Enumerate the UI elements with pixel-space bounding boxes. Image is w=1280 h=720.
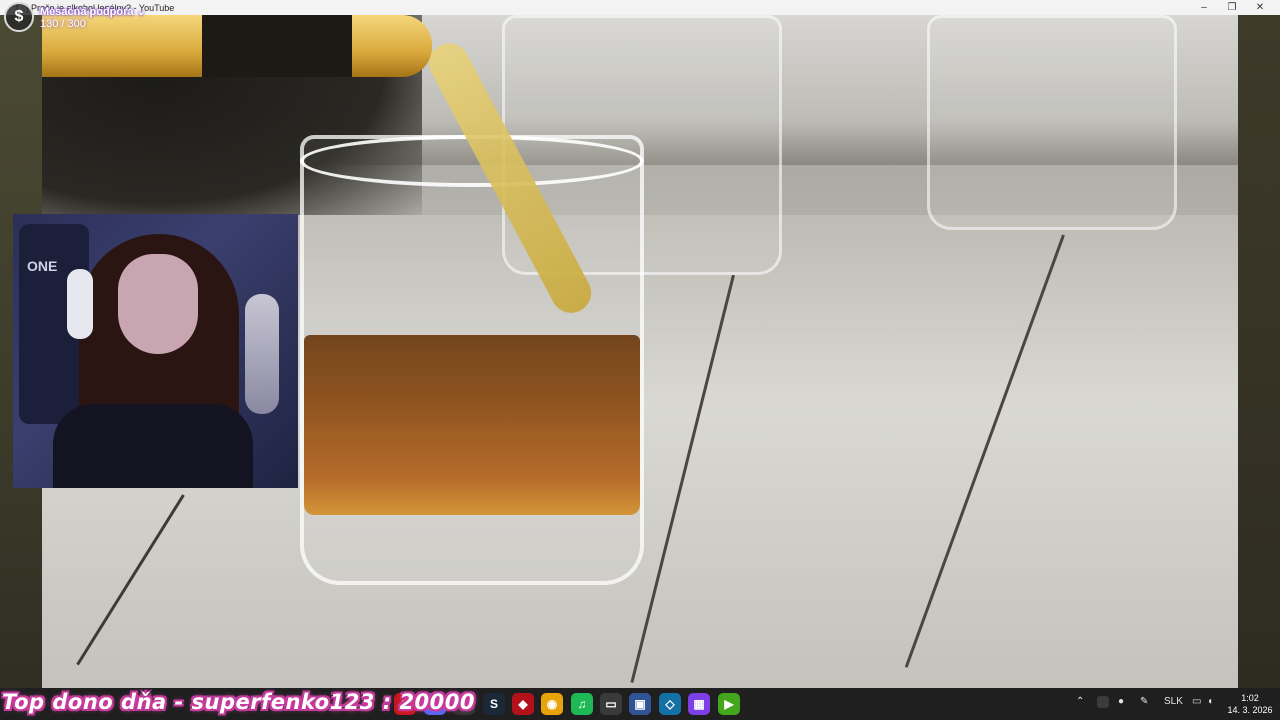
headphones-icon — [67, 269, 93, 339]
steam-icon[interactable]: S — [483, 693, 505, 715]
support-count: 130 / 300 — [40, 17, 86, 30]
diamond-app-icon[interactable]: ◇ — [659, 693, 681, 715]
dollar-coin-icon: $ — [4, 2, 34, 32]
tray-chevron-icon[interactable]: ⌃ — [1076, 696, 1084, 707]
streamer-shirt — [53, 404, 253, 488]
close-button[interactable]: ✕ — [1244, 0, 1276, 15]
support-label: Mesačná podpora ⌄ — [40, 5, 146, 18]
language-indicator[interactable]: SLK — [1164, 696, 1183, 707]
window-title-bar: [...] Prečo je alkohol legálny? - YouTub… — [0, 0, 1280, 15]
chrome-icon[interactable]: ◉ — [541, 693, 563, 715]
right-background-bar — [1238, 15, 1280, 688]
microphone — [245, 294, 279, 414]
bottle-label — [202, 15, 352, 77]
spotify-icon[interactable]: ♫ — [571, 693, 593, 715]
play-app-icon[interactable]: ▶ — [718, 693, 740, 715]
screen: [...] Prečo je alkohol legálny? - YouTub… — [0, 0, 1280, 720]
streamer-face — [118, 254, 198, 354]
clock-time: 1:02 — [1241, 693, 1259, 703]
background-glass — [927, 15, 1177, 230]
monthly-support-widget[interactable]: $ Mesačná podpora ⌄ 130 / 300 — [4, 2, 146, 32]
webcam-overlay: ONE — [13, 214, 298, 488]
chair-logo-text: ONE — [27, 258, 58, 274]
speaker-icon[interactable]: ◖ — [1207, 696, 1213, 707]
display-icon[interactable]: ▭ — [1192, 696, 1201, 707]
app-red-icon[interactable]: ◆ — [512, 693, 534, 715]
clock-date: 14. 3. 2026 — [1227, 705, 1273, 715]
taskbar-clock[interactable]: 1:02 14. 3. 2026 — [1224, 693, 1276, 715]
microphone-icon[interactable]: ● — [1118, 696, 1124, 707]
terminal-icon[interactable]: ▭ — [600, 693, 622, 715]
grid-app-icon[interactable]: ▦ — [688, 693, 710, 715]
tray-app-icon[interactable] — [1097, 696, 1109, 708]
top-donor-banner: Top dono dňa - superfenko123 : 20000 — [2, 690, 475, 714]
whiskey-glass — [300, 135, 644, 585]
pen-icon[interactable]: ✎ — [1140, 696, 1148, 707]
window-app-icon[interactable]: ▣ — [629, 693, 651, 715]
